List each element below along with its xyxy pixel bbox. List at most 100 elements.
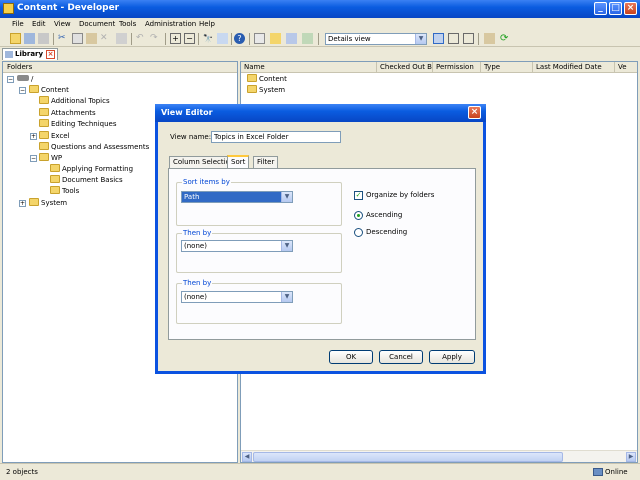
sort-items-select[interactable]: Path ▼ [181, 191, 293, 203]
tab-filter[interactable]: Filter [253, 156, 279, 168]
properties-icon[interactable] [116, 33, 127, 44]
sort-tab-page: Sort items by Path ▼ Then by (none) ▼ Th… [168, 168, 476, 340]
close-tab-icon[interactable]: × [46, 50, 55, 59]
save-all-icon[interactable] [38, 33, 49, 44]
scroll-right-icon[interactable]: ▶ [626, 452, 636, 462]
tree-node-root[interactable]: / [17, 74, 33, 85]
check-in-icon[interactable] [302, 33, 313, 44]
then-by-select-2[interactable]: (none) ▼ [181, 291, 293, 303]
tree-node-label: WP [51, 154, 63, 162]
menu-bar: File Edit View Document Tools Administra… [0, 18, 640, 31]
list-item[interactable]: System [247, 85, 285, 96]
tree-node-content[interactable]: Content [29, 85, 69, 96]
toolbar-separator [165, 33, 166, 45]
redo-icon[interactable]: ↷ [150, 33, 161, 44]
menu-help[interactable]: Help [199, 20, 215, 28]
tab-library[interactable]: Library × [2, 48, 58, 60]
tree-node-attachments[interactable]: Attachments [39, 108, 96, 119]
refresh-icon[interactable]: ⟳ [500, 33, 511, 44]
tree-collapse-icon[interactable]: − [19, 87, 26, 94]
toolbar: ✂ ✕ ↶ ↷ + − 🔭 ? Details view ▼ ⟳ [0, 31, 640, 47]
tree-node-tools[interactable]: Tools [50, 186, 79, 197]
cut-icon[interactable]: ✂ [58, 33, 69, 44]
then-by-group-2: Then by (none) ▼ [176, 279, 342, 324]
save-icon[interactable] [24, 33, 35, 44]
dialog-title: View Editor [161, 108, 213, 117]
menu-document[interactable]: Document [79, 20, 115, 28]
undo-icon[interactable]: ↶ [136, 33, 147, 44]
app-icon [3, 3, 14, 14]
column-header-permission[interactable]: Permission [433, 62, 481, 73]
dialog-close-icon[interactable]: × [468, 106, 481, 119]
ok-button[interactable]: OK [329, 350, 373, 364]
tree-node-wp[interactable]: WP [39, 153, 62, 164]
check-out-icon[interactable] [286, 33, 297, 44]
delete-icon[interactable]: ✕ [100, 33, 111, 44]
paste-icon[interactable] [86, 33, 97, 44]
open-folder-icon[interactable] [10, 33, 21, 44]
menu-edit[interactable]: Edit [32, 20, 46, 28]
find-icon[interactable]: 🔭 [203, 33, 214, 44]
new-folder-icon[interactable] [270, 33, 281, 44]
new-document-icon[interactable] [254, 33, 265, 44]
then-by-group-1: Then by (none) ▼ [176, 229, 342, 273]
descending-radio[interactable] [354, 228, 363, 237]
folder-icon [39, 108, 49, 116]
list-item[interactable]: Content [247, 74, 287, 85]
tree-expand-icon[interactable]: + [30, 133, 37, 140]
menu-file[interactable]: File [12, 20, 24, 28]
tree-node-editing-techniques[interactable]: Editing Techniques [39, 119, 117, 130]
column-header-type[interactable]: Type [481, 62, 533, 73]
toolbar-separator [53, 33, 54, 45]
cancel-button[interactable]: Cancel [379, 350, 423, 364]
menu-tools[interactable]: Tools [119, 20, 136, 28]
tree-node-label: Tools [62, 187, 80, 195]
find-next-icon[interactable] [217, 33, 228, 44]
descending-label: Descending [366, 228, 408, 236]
tree-node-document-basics[interactable]: Document Basics [50, 175, 123, 186]
folder-icon [50, 164, 60, 172]
sort-items-label: Sort items by [182, 178, 231, 186]
tree-node-applying-formatting[interactable]: Applying Formatting [50, 164, 133, 175]
column-header-checked-out-by[interactable]: Checked Out By [377, 62, 433, 73]
window-title: Content - Developer [17, 3, 120, 13]
then-by-value-2: (none) [184, 293, 207, 301]
publish-icon[interactable] [484, 33, 495, 44]
view-select[interactable]: Details view ▼ [325, 33, 427, 45]
tree-node-excel[interactable]: Excel [39, 131, 70, 142]
scrollbar-thumb[interactable] [253, 452, 563, 462]
horizontal-scrollbar[interactable]: ◀ ▶ [241, 450, 637, 462]
ascending-label: Ascending [366, 211, 403, 219]
column-header-name[interactable]: Name [241, 62, 377, 73]
apply-button[interactable]: Apply [429, 350, 475, 364]
menu-administration[interactable]: Administration [145, 20, 196, 28]
collapse-all-icon[interactable]: − [184, 33, 195, 44]
tree-collapse-icon[interactable]: − [7, 76, 14, 83]
layout-view-1-icon[interactable] [433, 33, 444, 44]
tree-node-additional-topics[interactable]: Additional Topics [39, 96, 110, 107]
tree-node-system[interactable]: System [29, 198, 67, 209]
copy-icon[interactable] [72, 33, 83, 44]
column-header-version[interactable]: Ve [615, 62, 637, 73]
tree-node-questions-and-assessments[interactable]: Questions and Assessments [39, 142, 149, 153]
close-icon[interactable]: × [624, 2, 637, 15]
tree-collapse-icon[interactable]: − [30, 155, 37, 162]
layout-view-2-icon[interactable] [448, 33, 459, 44]
maximize-icon[interactable]: □ [609, 2, 622, 15]
minimize-icon[interactable]: _ [594, 2, 607, 15]
toolbar-separator [198, 33, 199, 45]
dialog-titlebar: View Editor × [155, 104, 486, 122]
layout-view-3-icon[interactable] [463, 33, 474, 44]
help-icon[interactable]: ? [234, 33, 245, 44]
scroll-left-icon[interactable]: ◀ [242, 452, 252, 462]
view-name-input[interactable]: Topics in Excel Folder [211, 131, 341, 143]
view-name-label: View name: [170, 133, 212, 141]
then-by-select-1[interactable]: (none) ▼ [181, 240, 293, 252]
tree-expand-icon[interactable]: + [19, 200, 26, 207]
organize-by-folders-checkbox[interactable]: ✓ [354, 191, 363, 200]
expand-all-icon[interactable]: + [170, 33, 181, 44]
column-header-last-modified-date[interactable]: Last Modified Date [533, 62, 615, 73]
tab-sort[interactable]: Sort [227, 155, 250, 168]
menu-view[interactable]: View [54, 20, 71, 28]
ascending-radio[interactable] [354, 211, 363, 220]
